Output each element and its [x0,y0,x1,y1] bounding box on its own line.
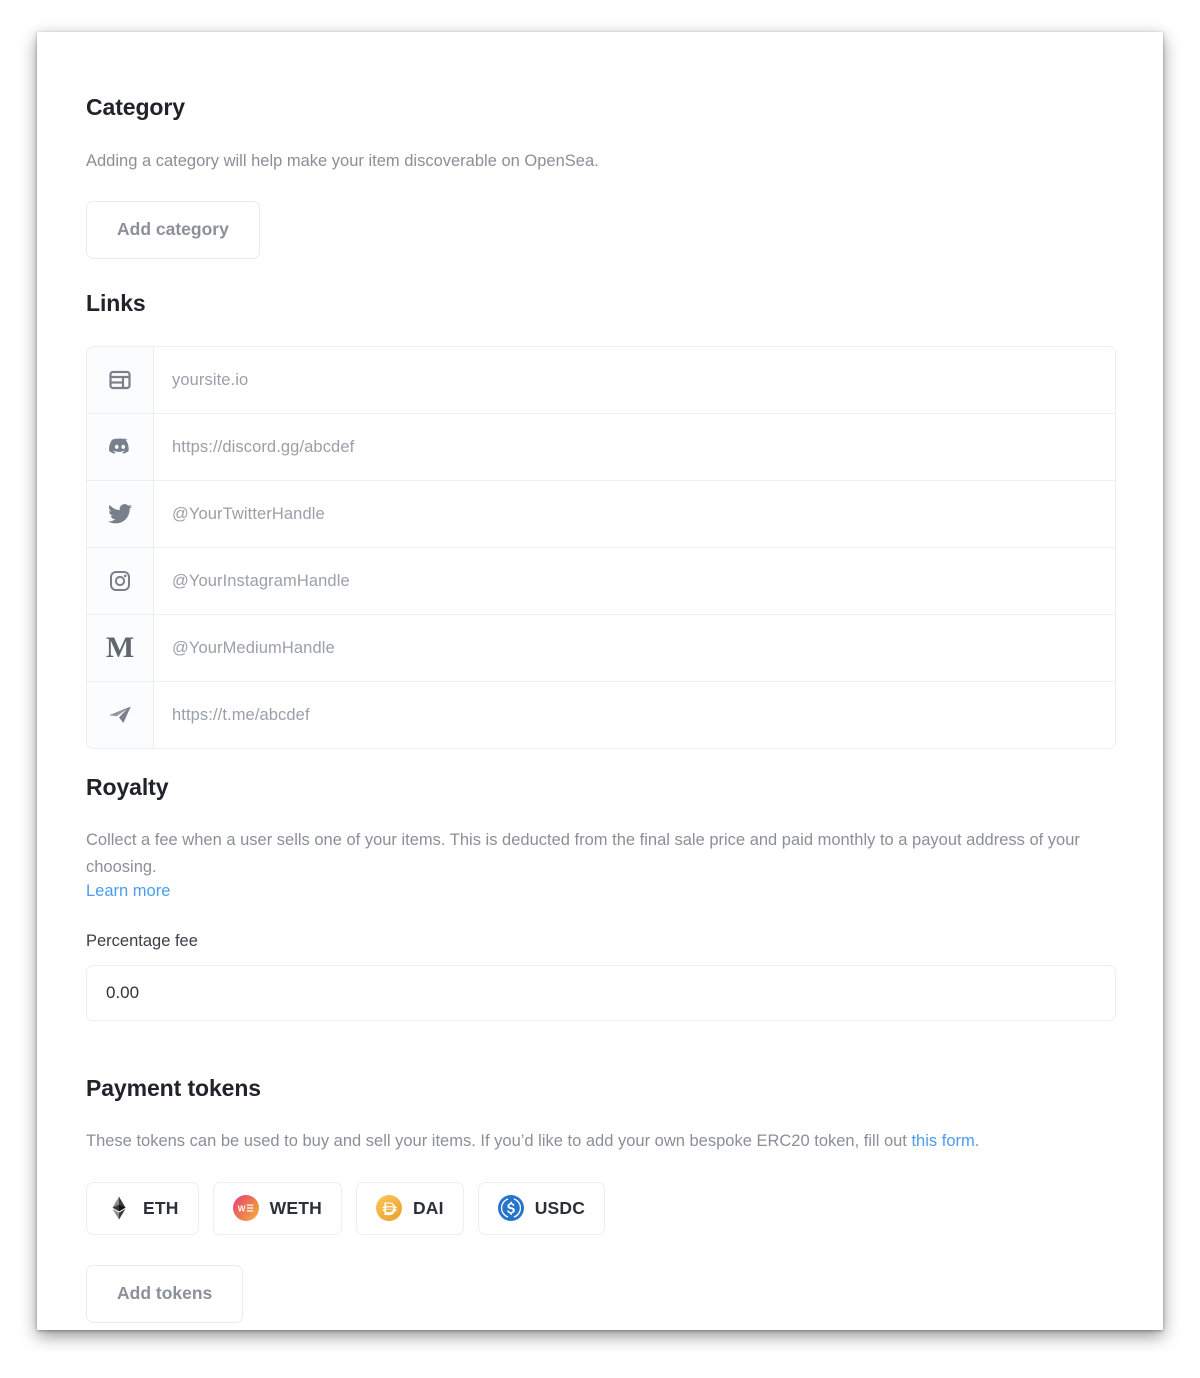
panel-content: Category Adding a category will help mak… [86,32,1116,1330]
royalty-section: Royalty Collect a fee when a user sells … [86,774,1116,1022]
weth-icon: W [232,1195,259,1222]
percentage-fee-input[interactable] [86,965,1116,1022]
table-row[interactable]: @YourInstagramHandle [87,548,1115,615]
payment-tokens-description-text: These tokens can be used to buy and sell… [86,1132,912,1150]
category-title: Category [86,94,185,120]
category-description: Adding a category will help make your it… [86,152,599,170]
website-icon [87,347,154,413]
table-row[interactable]: https://t.me/abcdef [87,682,1115,748]
table-row[interactable]: yoursite.io [87,347,1115,414]
token-label-usdc: USDC [534,1197,586,1218]
token-label-eth: ETH [143,1197,179,1218]
category-section: Category Adding a category will help mak… [86,94,1116,259]
token-chip-usdc[interactable]: USDC [477,1181,606,1235]
add-category-button[interactable]: Add category [86,200,260,259]
payment-tokens-title: Payment tokens [86,1075,261,1101]
add-tokens-button[interactable]: Add tokens [86,1264,244,1323]
token-chip-eth[interactable]: ETH [86,1181,199,1235]
royalty-title: Royalty [86,774,169,800]
links-section: Links yoursite.io https://discord.gg/abc… [86,290,1116,749]
instagram-link-value[interactable]: @YourInstagramHandle [154,548,1115,614]
learn-more-link[interactable]: Learn more [86,882,170,901]
discord-icon [87,414,154,480]
instagram-icon [87,548,154,614]
payment-tokens-description: These tokens can be used to buy and sell… [86,1128,1116,1155]
telegram-icon [87,682,154,748]
payment-tokens-description-tail: . [974,1132,980,1150]
telegram-link-value[interactable]: https://t.me/abcdef [154,682,1115,748]
website-link-value[interactable]: yoursite.io [154,347,1115,413]
dai-icon [375,1195,402,1222]
table-row[interactable]: M @YourMediumHandle [87,615,1115,682]
this-form-link[interactable]: this form [911,1132,974,1150]
add-tokens-button-wrap: Add tokens [86,1264,1116,1323]
percentage-fee-label: Percentage fee [86,932,198,951]
eth-icon [112,1196,126,1220]
token-chip-weth[interactable]: W WETH [212,1181,342,1235]
token-label-dai: DAI [412,1197,444,1218]
svg-text:W: W [237,1205,245,1214]
add-category-button-wrap: Add category [86,200,1116,259]
token-chip-list: ETH W WETH DAI USDC [86,1181,1116,1235]
medium-letter: M [105,631,135,664]
token-chip-dai[interactable]: DAI [355,1181,464,1235]
table-row[interactable]: https://discord.gg/abcdef [87,414,1115,481]
royalty-description: Collect a fee when a user sells one of y… [86,831,1080,876]
token-label-weth: WETH [269,1197,322,1218]
twitter-icon [87,481,154,547]
twitter-link-value[interactable]: @YourTwitterHandle [154,481,1115,547]
settings-page-panel: Category Adding a category will help mak… [37,32,1163,1330]
page-panel-shadow: Category Adding a category will help mak… [37,32,1163,1330]
links-title: Links [86,290,146,316]
usdc-icon [497,1195,524,1222]
discord-link-value[interactable]: https://discord.gg/abcdef [154,414,1115,480]
links-table: yoursite.io https://discord.gg/abcdef @Y… [86,346,1116,749]
medium-link-value[interactable]: @YourMediumHandle [154,615,1115,681]
payment-tokens-section: Payment tokens These tokens can be used … [86,1075,1116,1323]
medium-icon: M [87,615,154,681]
table-row[interactable]: @YourTwitterHandle [87,481,1115,548]
